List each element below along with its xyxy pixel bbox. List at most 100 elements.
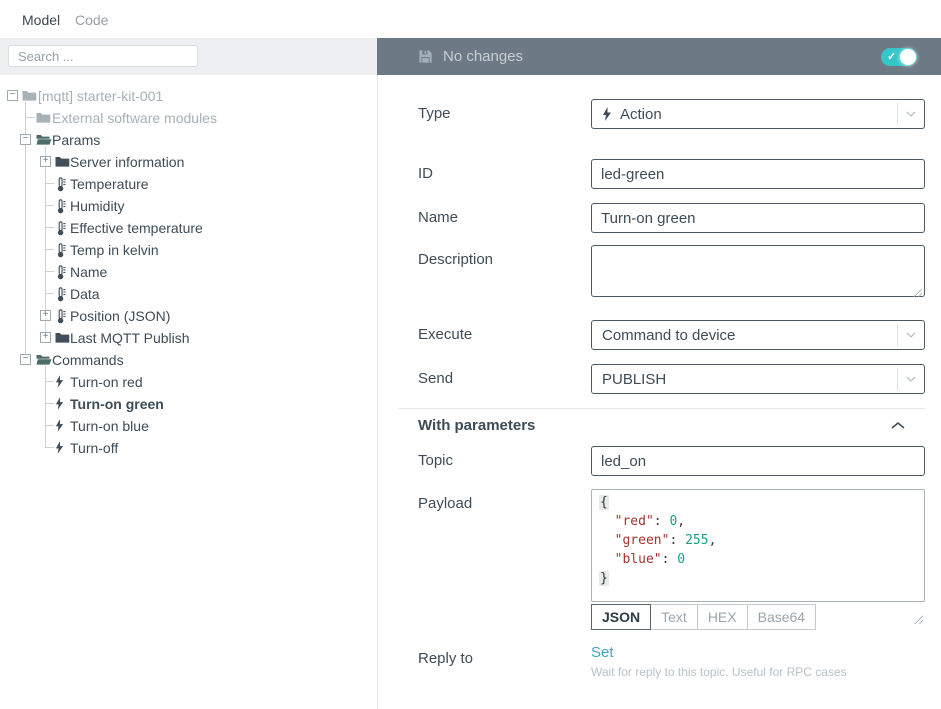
tree-item[interactable]: Temp in kelvin [0,239,377,261]
topic-label: Topic [378,446,591,476]
code-line: "blue": 0 [599,550,917,569]
tree-item-label: Params [52,132,100,148]
tree-item-label: Turn-off [70,440,118,456]
tree-item-label: Temperature [70,176,149,192]
execute-select[interactable]: Command to device [591,320,925,350]
tree-item[interactable]: Turn-on green [0,393,377,415]
set-reply-link[interactable]: Set [591,644,925,661]
collapse-icon[interactable]: − [20,354,31,365]
tree-item-label: Data [70,286,100,302]
tree-item-label: Turn-on green [70,396,164,412]
folder-dark-icon [55,155,71,169]
editor-header-bar: No changes ✓ [377,38,941,75]
chevron-down-icon [897,324,924,346]
tab-model[interactable]: Model [22,12,60,28]
tree-connector [45,403,54,404]
payload-format-tabs: JSONTextHEXBase64 [591,604,925,630]
tree-item[interactable]: Humidity [0,195,377,217]
execute-label: Execute [378,320,591,350]
collapse-icon[interactable]: − [20,134,31,145]
tree-connector [25,117,35,118]
toggle-knob [900,49,916,65]
id-label: ID [378,159,591,189]
payload-tab-hex[interactable]: HEX [697,604,748,630]
reply-to-hint: Wait for reply to this topic. Useful for… [591,665,925,679]
name-label: Name [378,203,591,233]
bolt-icon [55,375,71,389]
param-icon [55,199,71,213]
folder-open-icon [36,133,52,147]
collapse-icon[interactable]: − [7,90,18,101]
payload-tab-text[interactable]: Text [650,604,698,630]
top-bar: Model Code [0,0,941,38]
description-textarea[interactable] [591,245,925,297]
tree-item[interactable]: Turn-on red [0,371,377,393]
code-line: } [599,569,917,588]
bolt-icon [55,419,71,433]
send-label: Send [378,364,591,394]
tree-item[interactable]: − Commands [0,349,377,371]
reply-to-label: Reply to [378,644,591,679]
tree-item[interactable]: Turn-on blue [0,415,377,437]
folder-dark-icon [55,331,71,345]
tree-item[interactable]: − [mqtt] starter-kit-001 [0,85,377,107]
send-select[interactable]: PUBLISH [591,364,925,394]
tree-item[interactable]: + Last MQTT Publish [0,327,377,349]
name-input[interactable] [591,203,925,233]
bolt-icon [602,107,612,121]
type-label: Type [378,99,591,129]
tree-item[interactable]: Temperature [0,173,377,195]
expand-icon[interactable]: + [40,310,51,321]
tree-item-label: Server information [70,154,184,170]
param-icon [55,287,71,301]
bolt-icon [55,397,71,411]
type-select[interactable]: Action [591,99,925,129]
tree-item-label: Humidity [70,198,124,214]
param-icon [55,177,71,191]
tab-code[interactable]: Code [75,12,108,28]
tree-item-label: Turn-on red [70,374,143,390]
payload-label: Payload [378,489,591,630]
tree-connector [45,183,54,184]
tree-connector [45,271,54,272]
send-select-value: PUBLISH [602,371,666,388]
payload-editor[interactable]: { "red": 0, "green": 255, "blue": 0} [591,489,925,602]
tree-item[interactable]: − Params [0,129,377,151]
tree-item-label: Temp in kelvin [70,242,159,258]
param-icon [55,221,71,235]
tree-item[interactable]: Data [0,283,377,305]
search-input[interactable] [8,45,198,67]
payload-tab-json[interactable]: JSON [591,604,651,630]
tree-item-label: Commands [52,352,124,368]
tree-item-label: [mqtt] starter-kit-001 [38,88,163,104]
tree-item[interactable]: +Position (JSON) [0,305,377,327]
chevron-up-icon[interactable] [890,421,906,430]
expand-icon[interactable]: + [40,332,51,343]
folder-icon [22,89,38,103]
bolt-icon [55,441,71,455]
tree-connector [45,205,54,206]
code-line: "green": 255, [599,531,917,550]
status-text: No changes [443,48,523,65]
tree-item-label: Last MQTT Publish [70,330,190,346]
execute-select-value: Command to device [602,327,735,344]
topic-input[interactable] [591,446,925,476]
id-input[interactable] [591,159,925,189]
tree-item[interactable]: External software modules [0,107,377,129]
tree-item[interactable]: Turn-off [0,437,377,459]
chevron-down-icon [897,103,924,125]
save-icon [418,49,433,64]
enabled-toggle[interactable]: ✓ [881,48,917,66]
code-line: "red": 0, [599,512,917,531]
tree-item[interactable]: Name [0,261,377,283]
tree-item-label: Effective temperature [70,220,203,236]
section-divider [398,408,925,409]
expand-icon[interactable]: + [40,156,51,167]
folder-open-icon [36,353,52,367]
chevron-down-icon [897,368,924,390]
payload-tab-base64[interactable]: Base64 [747,604,816,630]
code-line: { [599,493,917,512]
search-strip [0,38,377,75]
tree-item[interactable]: Effective temperature [0,217,377,239]
tree-item[interactable]: + Server information [0,151,377,173]
